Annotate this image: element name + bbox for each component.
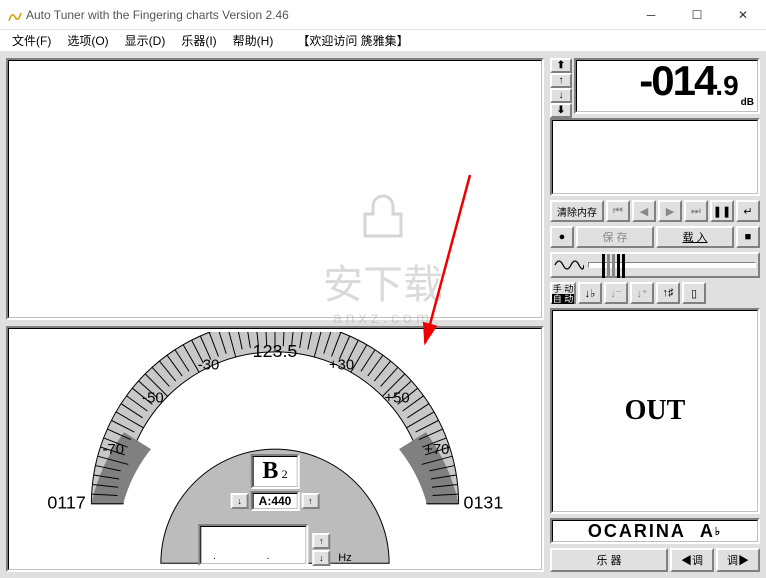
mode-extra-button[interactable]: ▯	[682, 282, 706, 304]
mode-toggle[interactable]: 手 动 自 动	[550, 282, 576, 304]
semitone-up-button[interactable]: ↓⁺	[630, 282, 654, 304]
svg-text:-30: -30	[198, 357, 220, 373]
wave-slider-thumb[interactable]	[602, 254, 625, 278]
clear-memory-button[interactable]: 清除内存	[550, 200, 604, 222]
db-up-button[interactable]: ↑	[550, 73, 572, 88]
octave-up-button[interactable]: ↑♯	[656, 282, 680, 304]
hz-down-button[interactable]: ↓	[312, 550, 330, 566]
wave-slider	[550, 252, 760, 278]
return-button[interactable]: ↵	[736, 200, 760, 222]
waveform-display	[6, 58, 544, 320]
stop-button[interactable]: ■	[736, 226, 760, 248]
rewind-button[interactable]: ◀	[632, 200, 656, 222]
right-column: ⬆ ↑ ↓ ⬇ -014 .9 dB 清除内存 ⏮ ◀ ▶ ⏭ ❚❚ ↵ ● 保…	[550, 58, 760, 572]
svg-text:-70: -70	[102, 442, 124, 458]
close-button[interactable]: ✕	[720, 0, 766, 30]
db-up-fast-button[interactable]: ⬆	[550, 58, 572, 73]
titlebar: Auto Tuner with the Fingering charts Ver…	[0, 0, 766, 30]
svg-text:+30: +30	[329, 357, 354, 373]
gauge-right-num: 0131	[464, 492, 504, 512]
save-button[interactable]: 保 存	[576, 226, 654, 248]
gauge-left-num: 0117	[47, 492, 85, 512]
sine-wave-icon	[554, 256, 584, 274]
note-history-display	[550, 118, 760, 196]
rewind-fast-button[interactable]: ⏮	[606, 200, 630, 222]
db-down-fast-button[interactable]: ⬇	[550, 103, 572, 118]
output-note-display: OUT	[550, 308, 760, 514]
octave-down-button[interactable]: ↓♭	[578, 282, 602, 304]
maximize-button[interactable]: ☐	[674, 0, 720, 30]
semitone-down-button[interactable]: ↓⁻	[604, 282, 628, 304]
menu-instrument[interactable]: 乐器(I)	[173, 30, 224, 51]
left-column: 123.5 -30 +30 -50 +50 -70 +70 0117 0131 …	[6, 58, 544, 572]
pitch-down-button[interactable]: ↓	[231, 493, 249, 509]
detected-note: B 2	[250, 454, 299, 489]
instrument-select-button[interactable]: 乐 器	[550, 548, 668, 572]
window-controls: ─ ☐ ✕	[628, 0, 766, 30]
menubar: 文件(F) 选项(O) 显示(D) 乐器(I) 帮助(H) 【欢迎访问 篪雅集】	[0, 30, 766, 52]
forward-button[interactable]: ▶	[658, 200, 682, 222]
db-readout: -014 .9 dB	[574, 58, 760, 114]
wave-slider-track[interactable]	[588, 262, 756, 268]
workarea: 123.5 -30 +30 -50 +50 -70 +70 0117 0131 …	[0, 52, 766, 578]
window-title: Auto Tuner with the Fingering charts Ver…	[26, 8, 628, 22]
menu-options[interactable]: 选项(O)	[59, 30, 116, 51]
tune-next-button[interactable]: 调▶	[716, 548, 760, 572]
db-down-button[interactable]: ↓	[550, 88, 572, 103]
svg-text:+50: +50	[384, 390, 409, 406]
hz-label: Hz	[338, 552, 351, 564]
pitch-up-button[interactable]: ↑	[301, 493, 319, 509]
hz-up-button[interactable]: ↑	[312, 533, 330, 549]
menu-file[interactable]: 文件(F)	[4, 30, 59, 51]
menu-help[interactable]: 帮助(H)	[225, 30, 282, 51]
save-marker-button[interactable]: ●	[550, 226, 574, 248]
svg-text:-50: -50	[142, 390, 164, 406]
forward-fast-button[interactable]: ⏭	[684, 200, 708, 222]
load-button[interactable]: 载 入	[656, 226, 734, 248]
tune-prev-button[interactable]: ◀调	[670, 548, 714, 572]
app-icon	[8, 10, 22, 24]
reference-pitch: A:440	[251, 491, 300, 511]
menu-display[interactable]: 显示(D)	[117, 30, 174, 51]
pause-button[interactable]: ❚❚	[710, 200, 734, 222]
hz-display: . .	[198, 524, 308, 566]
instrument-name-display: OCARINA A♭	[550, 518, 760, 544]
tuning-gauge: 123.5 -30 +30 -50 +50 -70 +70 0117 0131 …	[6, 326, 544, 572]
menu-visitor-link[interactable]: 【欢迎访问 篪雅集】	[289, 30, 416, 51]
svg-text:+70: +70	[424, 442, 449, 458]
minimize-button[interactable]: ─	[628, 0, 674, 30]
gauge-top-value: 123.5	[253, 341, 298, 361]
